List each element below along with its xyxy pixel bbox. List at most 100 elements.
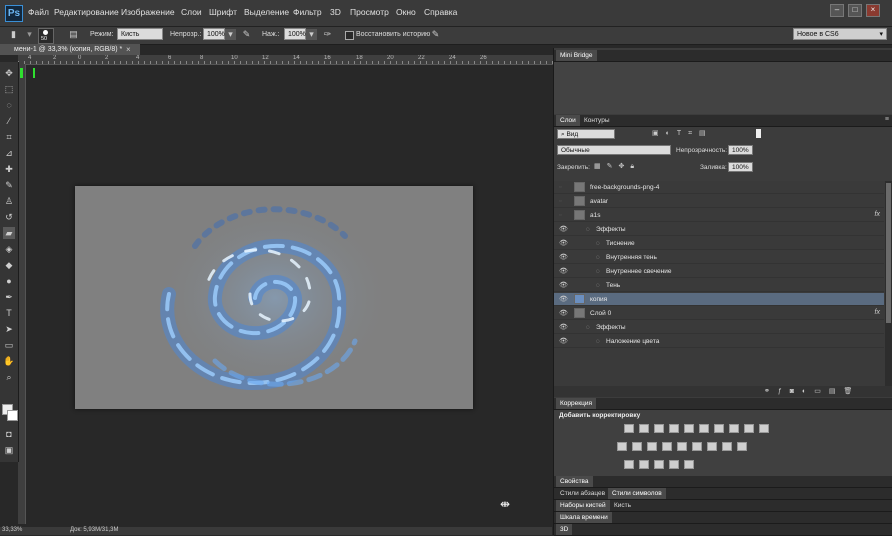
maximize-button[interactable]: □ — [848, 4, 862, 17]
menu-layers[interactable]: Слои — [181, 7, 202, 17]
visibility-toggle[interactable]: ▫ — [559, 184, 567, 191]
adjustment-icon[interactable] — [684, 460, 694, 469]
zoom-level[interactable]: 33,33% — [2, 527, 22, 533]
layers-scrollbar[interactable] — [885, 181, 892, 386]
path-select-tool-icon[interactable]: ➤ — [3, 323, 15, 335]
adjustment-icon[interactable] — [699, 424, 709, 433]
adjustment-icon[interactable] — [707, 442, 717, 451]
tab-brush-presets[interactable]: Наборы кистей — [556, 500, 610, 511]
eraser-tool-icon[interactable]: ▮ — [8, 29, 19, 40]
eye-icon[interactable]: 👁︎ — [559, 254, 568, 261]
eye-icon[interactable]: 👁︎ — [559, 324, 568, 331]
layer-row[interactable]: ▫ avatar — [554, 195, 884, 208]
tab-adjustments[interactable]: Коррекция — [556, 398, 596, 409]
crop-tool-icon[interactable]: ⌗ — [3, 131, 15, 143]
eye-icon[interactable]: 👁︎ — [559, 338, 568, 345]
layer-row[interactable]: 👁︎ Внутренняя тень ◌ — [554, 251, 884, 264]
tab-3d[interactable]: 3D — [556, 524, 573, 535]
scroll-thumb[interactable] — [886, 183, 891, 323]
visibility-toggle[interactable]: ▫ — [559, 198, 567, 205]
pressure-dropdown-icon[interactable]: ▾ — [306, 29, 317, 40]
tab-paths[interactable]: Контуры — [580, 115, 614, 126]
adjustment-icon[interactable] — [737, 442, 747, 451]
adjustment-icon[interactable] — [624, 424, 634, 433]
mode-select[interactable]: Кисть — [117, 28, 163, 40]
adjustment-icon[interactable] — [729, 424, 739, 433]
fx-badge[interactable]: fx — [875, 211, 880, 218]
layer-row[interactable]: 👁︎ Тень ◌ — [554, 279, 884, 292]
lock-icons[interactable]: ▦✎✥🔒︎ — [594, 162, 640, 171]
effect-visibility-icon[interactable]: ◌ — [586, 226, 590, 233]
chevron-down-icon[interactable]: ▾ — [24, 29, 35, 40]
blur-tool-icon[interactable]: ◆ — [3, 259, 15, 271]
layer-action-icons[interactable]: ⚭ƒ◙◐▭▤🗑︎ — [764, 387, 860, 395]
adjustment-icon[interactable] — [654, 424, 664, 433]
adjustment-icon[interactable] — [714, 424, 724, 433]
eye-icon[interactable]: 👁︎ — [559, 310, 568, 317]
adjustment-icon[interactable] — [692, 442, 702, 451]
pressure-input[interactable]: 100% — [284, 28, 306, 40]
minimize-button[interactable]: – — [830, 4, 844, 17]
menu-view[interactable]: Просмотр — [350, 7, 389, 17]
adjustment-icon[interactable] — [722, 442, 732, 451]
shape-tool-icon[interactable]: ▭ — [3, 339, 15, 351]
pressure-size-icon[interactable]: ✎ — [430, 29, 441, 40]
effect-visibility-icon[interactable]: ◌ — [596, 338, 600, 345]
layer-row[interactable]: 👁︎ Наложение цвета ◌ — [554, 335, 884, 348]
adjustment-icon[interactable] — [624, 460, 634, 469]
eye-icon[interactable]: 👁︎ — [559, 296, 568, 303]
airbrush-icon[interactable]: ✑ — [322, 29, 333, 40]
adjustment-icon[interactable] — [654, 460, 664, 469]
lasso-tool-icon[interactable]: ◌ — [3, 99, 15, 111]
move-tool-icon[interactable]: ✥ — [3, 67, 15, 79]
visibility-toggle[interactable]: ▫ — [559, 212, 567, 219]
menu-edit[interactable]: Редактирование — [54, 7, 119, 17]
tab-brush[interactable]: Кисть — [610, 500, 635, 511]
dodge-tool-icon[interactable]: ● — [3, 275, 15, 287]
layer-filter-icons[interactable]: ▣◐T⌗▤ — [652, 129, 713, 138]
tab-properties[interactable]: Свойства — [556, 476, 593, 487]
close-tab-icon[interactable]: × — [126, 44, 131, 55]
eye-icon[interactable]: 👁︎ — [559, 240, 568, 247]
layer-opacity-input[interactable]: 100% — [728, 145, 753, 155]
menu-filter[interactable]: Фильтр — [293, 7, 322, 17]
pressure-opacity-icon[interactable]: ✎ — [241, 29, 252, 40]
menu-3d[interactable]: 3D — [330, 7, 341, 17]
brush-tool-icon[interactable]: ✎ — [3, 179, 15, 191]
menu-file[interactable]: Файл — [28, 7, 49, 17]
adjustment-icon[interactable] — [669, 424, 679, 433]
fx-badge[interactable]: fx — [875, 309, 880, 316]
effect-visibility-icon[interactable]: ◌ — [596, 268, 600, 275]
layer-row[interactable]: 👁︎ Эффекты ◌ — [554, 321, 884, 334]
layer-row[interactable]: 👁︎ Слой 0 fx — [554, 307, 884, 320]
menu-image[interactable]: Изображение — [121, 7, 175, 17]
layer-row[interactable]: ▫ free-backgrounds-png-4 — [554, 181, 884, 194]
adjustment-icon[interactable] — [647, 442, 657, 451]
adjustment-icon[interactable] — [632, 442, 642, 451]
close-button[interactable]: × — [866, 4, 880, 17]
adjustment-icon[interactable] — [662, 442, 672, 451]
adjustment-icon[interactable] — [639, 424, 649, 433]
effect-visibility-icon[interactable]: ◌ — [596, 240, 600, 247]
healing-brush-tool-icon[interactable]: ✚ — [3, 163, 15, 175]
adjustment-icon[interactable] — [639, 460, 649, 469]
document-tab[interactable]: мени-1 @ 33,3% (копия, RGB/8) * — [0, 44, 140, 55]
quick-mask-icon[interactable]: ◘ — [3, 428, 15, 440]
type-tool-icon[interactable]: T — [3, 307, 15, 319]
menu-window[interactable]: Окно — [396, 7, 416, 17]
history-brush-tool-icon[interactable]: ↺ — [3, 211, 15, 223]
opacity-input[interactable]: 100% — [203, 28, 225, 40]
adjustment-icon[interactable] — [684, 424, 694, 433]
menu-help[interactable]: Справка — [424, 7, 457, 17]
panel-menu-icon[interactable]: ≡ — [885, 116, 889, 123]
tab-mini-bridge[interactable]: Mini Bridge — [556, 50, 597, 61]
adjustment-icon[interactable] — [677, 442, 687, 451]
workspace-select[interactable]: Новое в CS6 ▾ — [793, 28, 887, 40]
clone-stamp-tool-icon[interactable]: ♙ — [3, 195, 15, 207]
layer-filter-select[interactable]: ⌕ Вид — [557, 129, 615, 139]
effect-visibility-icon[interactable]: ◌ — [596, 282, 600, 289]
layer-row[interactable]: 👁︎ Внутреннее свечение ◌ — [554, 265, 884, 278]
quick-select-tool-icon[interactable]: ⁄ — [3, 115, 15, 127]
screen-mode-icon[interactable]: ▣ — [3, 444, 15, 456]
effect-visibility-icon[interactable]: ◌ — [596, 254, 600, 261]
